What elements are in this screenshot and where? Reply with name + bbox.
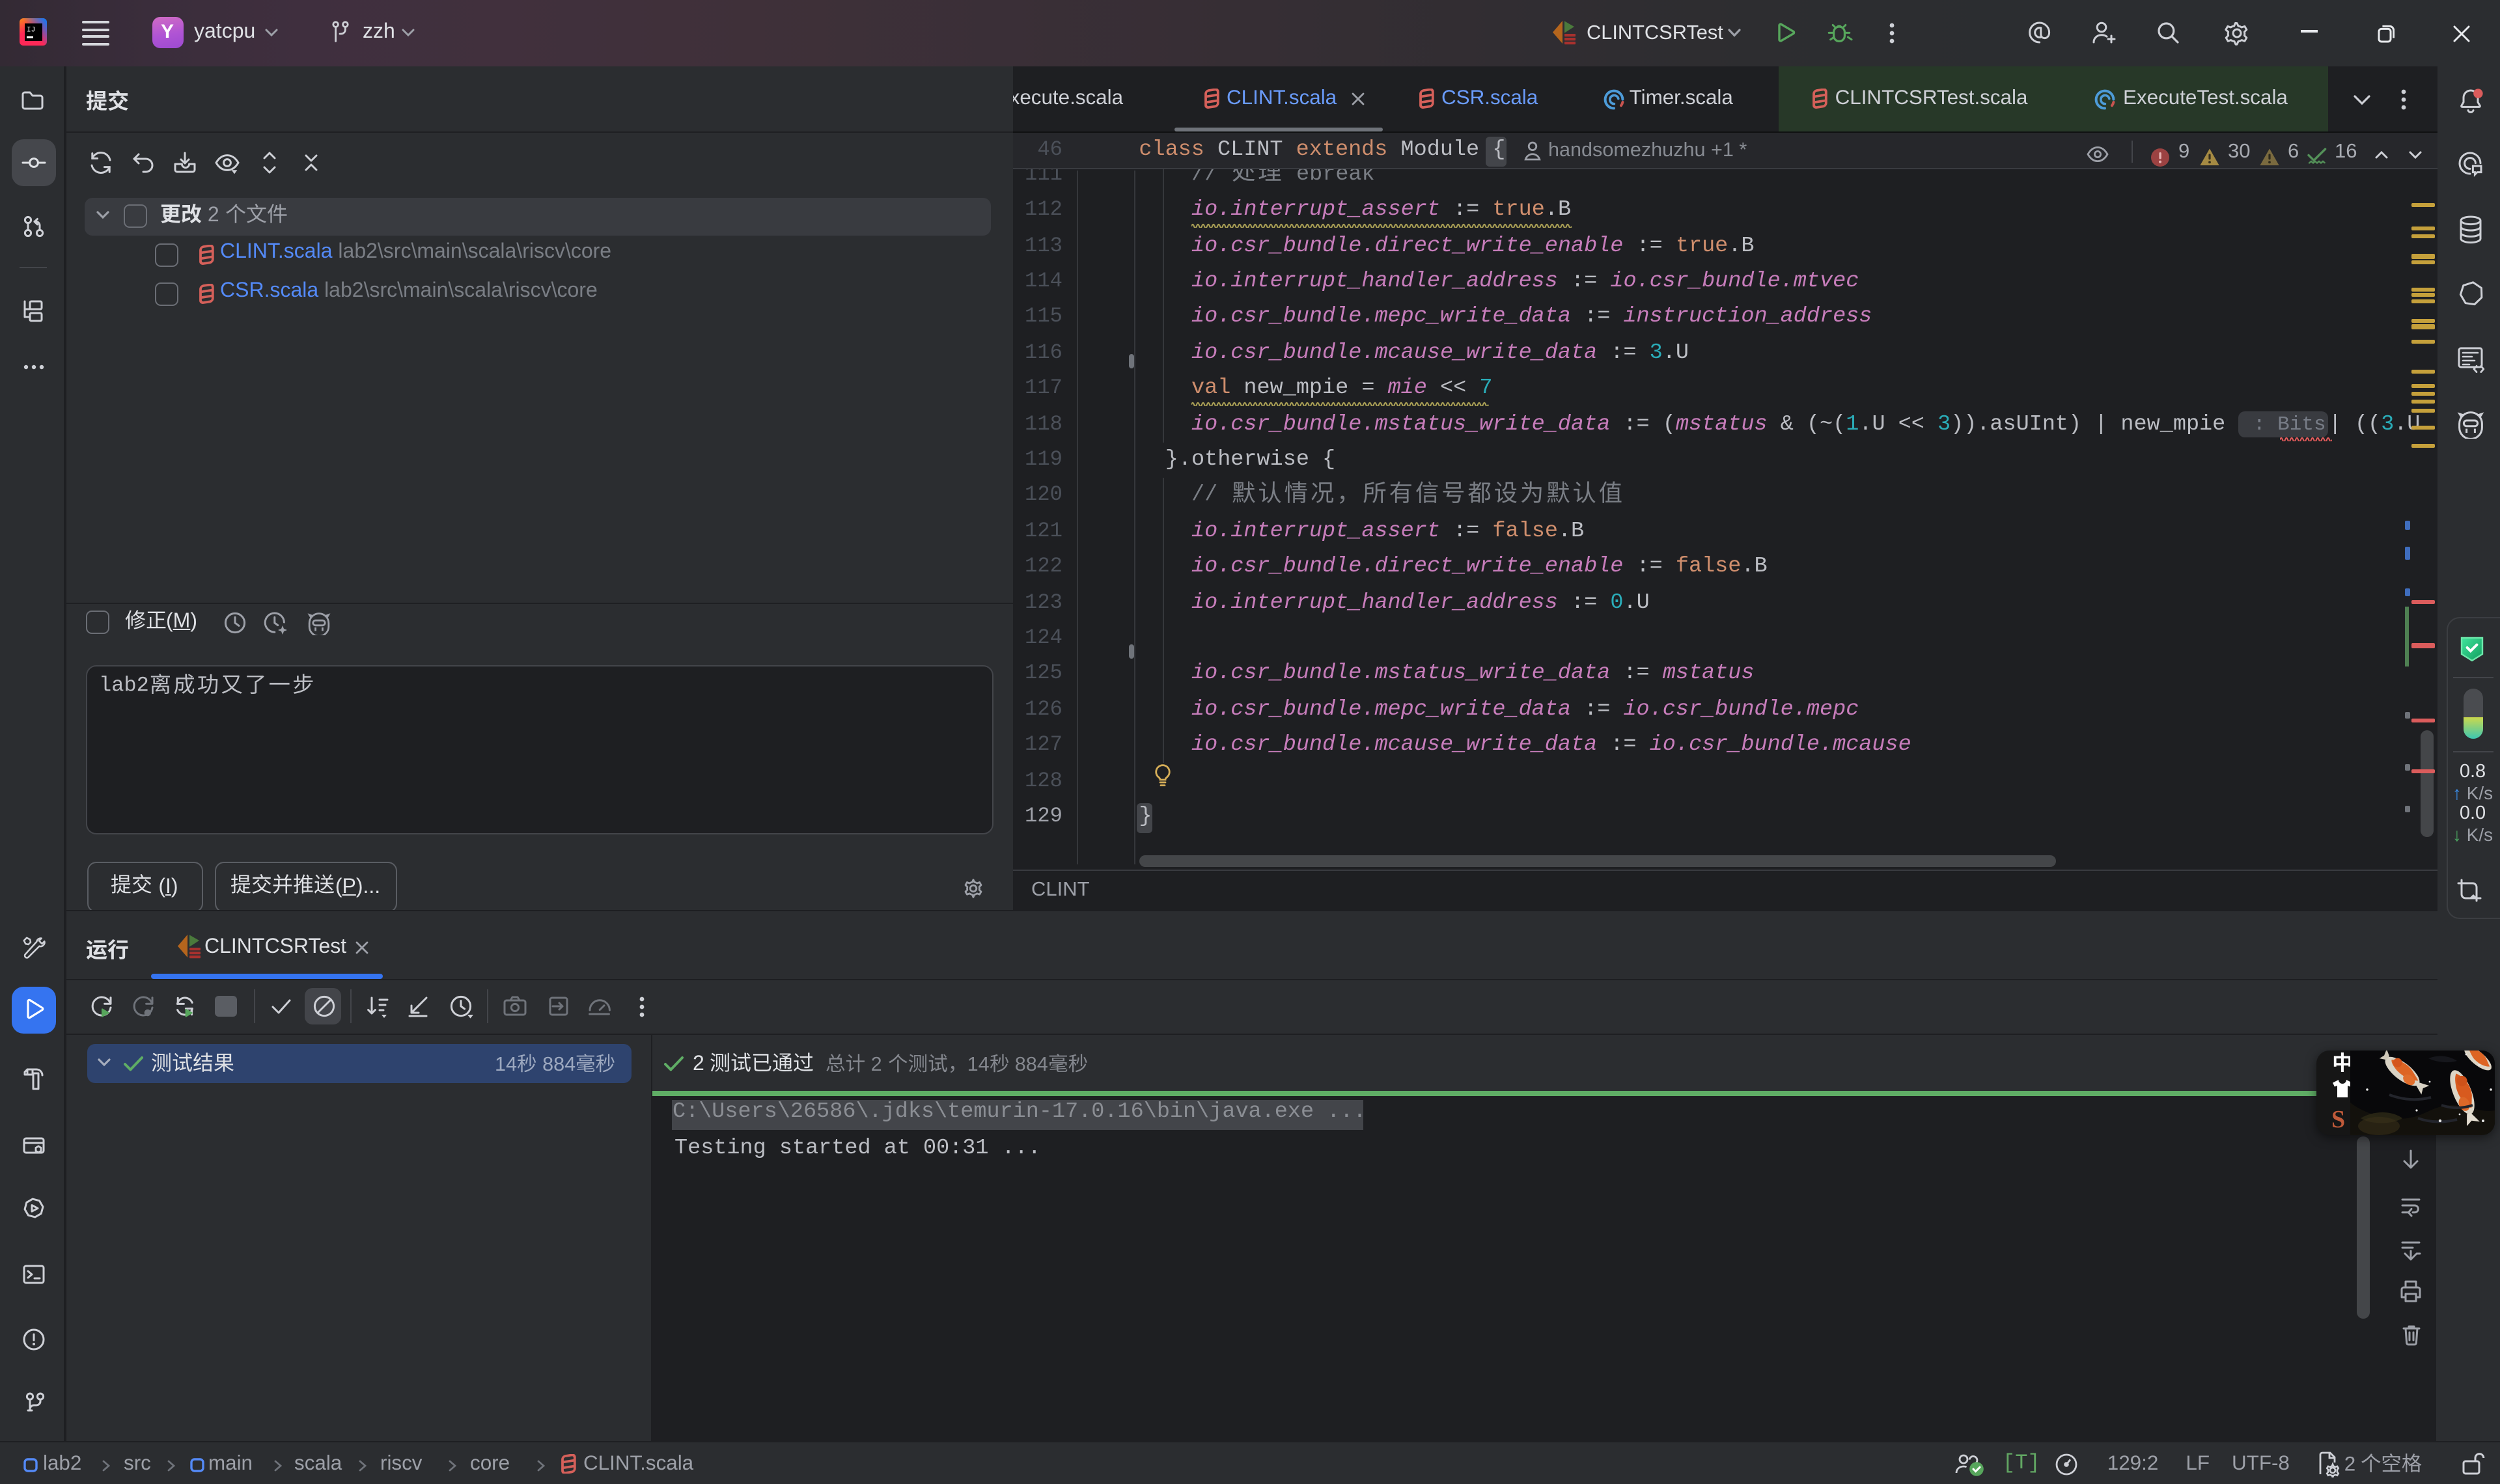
svg-text:IJ: IJ: [27, 26, 35, 34]
